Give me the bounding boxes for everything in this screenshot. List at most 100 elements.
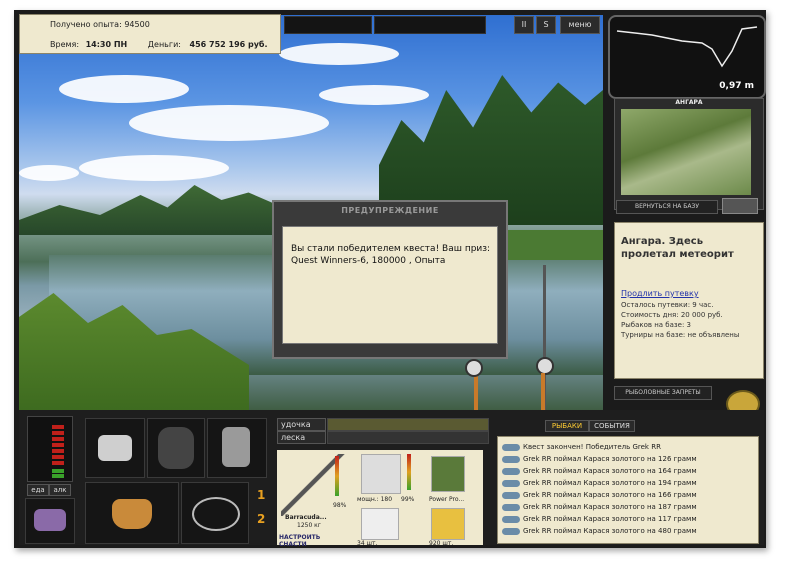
map-image xyxy=(621,109,751,195)
backpack-icon xyxy=(158,427,194,469)
fish-icon xyxy=(502,455,520,463)
reel-durability-bar xyxy=(407,454,411,490)
event-item: Квест закончен! Победитель Grek RR xyxy=(502,443,661,451)
dialog-body: Вы стали победителем квеста! Ваш приз: Q… xyxy=(282,226,498,344)
keepnet-icon xyxy=(34,509,66,531)
map-title: АНГАРА xyxy=(675,99,703,106)
event-text: Grek RR поймал Карася золотого на 194 гр… xyxy=(523,479,697,487)
top-toolbar: II S меню xyxy=(284,16,610,34)
location-heading: Ангара. Здесь пролетал метеорит xyxy=(621,236,734,260)
tension-bars: удочка леска xyxy=(277,418,489,444)
device-slot[interactable] xyxy=(207,418,267,478)
cloud xyxy=(319,85,429,105)
reel-slot[interactable] xyxy=(361,454,401,494)
cloud xyxy=(59,75,189,103)
fish-icon xyxy=(502,527,520,535)
rod-tension-bar xyxy=(327,418,489,431)
fishing-rod-2-handle xyxy=(541,373,545,413)
keepnet-slot[interactable] xyxy=(25,498,75,544)
event-item: Grek RR поймал Карася золотого на 126 гр… xyxy=(502,455,697,463)
cloud xyxy=(279,43,399,65)
gauge-bar xyxy=(52,449,64,453)
hook-slot[interactable] xyxy=(361,508,399,540)
event-text: Grek RR поймал Карася золотого на 480 гр… xyxy=(523,527,697,535)
time-value: 14:30 ПН xyxy=(85,40,128,49)
event-item: Grek RR поймал Карася золотого на 480 гр… xyxy=(502,527,697,535)
cloud xyxy=(19,165,79,181)
bait-count: 920 шт. xyxy=(429,540,454,547)
rod-slot-1-number[interactable]: 1 xyxy=(257,488,265,502)
event-text: Grek RR поймал Карася золотого на 117 гр… xyxy=(523,515,697,523)
cloud xyxy=(129,105,329,141)
landing-net-slot[interactable] xyxy=(181,482,249,544)
event-text: Grek RR поймал Карася золотого на 164 гр… xyxy=(523,467,697,475)
energy-gauge xyxy=(27,416,73,482)
tackle-panel: 98% Barracuda... 1250 кг НАСТРОИТЬ СНАСТ… xyxy=(277,450,483,548)
location-map[interactable]: АНГАРА xyxy=(614,98,764,210)
bait-slot[interactable] xyxy=(431,508,465,540)
event-item: Grek RR поймал Карася золотого на 194 гр… xyxy=(502,479,697,487)
rod-tension-label: удочка xyxy=(277,418,326,431)
rod-durability-bar xyxy=(335,456,339,496)
speed-button[interactable]: S xyxy=(536,16,556,34)
indicator-slot xyxy=(374,16,486,34)
gauge-bar xyxy=(52,469,64,473)
location-info: Ангара. Здесь пролетал метеорит Продлить… xyxy=(614,222,764,379)
events-log: Квест закончен! Победитель Grek RR Grek … xyxy=(497,436,759,544)
tacklebox-slot[interactable] xyxy=(85,418,145,478)
line-tension-bar xyxy=(327,431,489,444)
eat-button[interactable]: еда xyxy=(27,484,49,496)
event-item: Grek RR поймал Карася золотого на 164 гр… xyxy=(502,467,697,475)
rod-percent: 98% xyxy=(333,502,347,509)
drink-button[interactable]: алк xyxy=(49,484,71,496)
tacklebox-icon xyxy=(98,435,132,461)
setup-tackle-button[interactable]: НАСТРОИТЬ СНАСТИ xyxy=(279,534,339,548)
stats-panel: Получено опыта: 94500 Время: 14:30 ПН Де… xyxy=(19,14,281,54)
info-line: Рыбаков на базе: 3 xyxy=(621,321,691,329)
event-text: Grek RR поймал Карася золотого на 126 гр… xyxy=(523,455,697,463)
gauge-bar xyxy=(52,443,64,447)
basket-slot[interactable] xyxy=(85,482,179,544)
fishing-bans-button[interactable]: РЫБОЛОВНЫЕ ЗАПРЕТЫ xyxy=(614,386,712,400)
landing-net-icon xyxy=(192,497,240,531)
rod-slot-2-number[interactable]: 2 xyxy=(257,512,265,526)
info-line: Турниры на базе: не объявлены xyxy=(621,331,740,339)
line-slot[interactable] xyxy=(431,456,465,492)
fish-icon xyxy=(502,503,520,511)
return-to-base-button[interactable]: ВЕРНУТЬСЯ НА БАЗУ xyxy=(616,200,718,214)
fish-icon xyxy=(502,479,520,487)
money-label: Деньги: xyxy=(147,40,181,49)
dialog-title: ПРЕДУПРЕЖДЕНИЕ xyxy=(341,206,439,215)
menu-button[interactable]: меню xyxy=(560,16,600,34)
cloud xyxy=(79,155,229,181)
pause-button[interactable]: II xyxy=(514,16,534,34)
basket-icon xyxy=(112,499,152,529)
extend-permit-link[interactable]: Продлить путевку xyxy=(621,289,699,298)
game-window: Получено опыта: 94500 Время: 14:30 ПН Де… xyxy=(14,10,766,548)
depth-value: 0,97 m xyxy=(719,81,754,91)
dialog-message: Вы стали победителем квеста! Ваш приз: Q… xyxy=(291,244,491,266)
experience-line: Получено опыта: 94500 xyxy=(50,20,150,29)
line-name: Power Pro... xyxy=(429,496,465,503)
gauge-bar xyxy=(52,455,64,459)
forest-left xyxy=(19,185,289,235)
time-money-line: Время: 14:30 ПН Деньги: 456 752 196 руб. xyxy=(50,40,268,49)
line-tension-label: леска xyxy=(277,431,326,444)
reel-icon xyxy=(536,357,554,375)
gauge-bar xyxy=(52,431,64,435)
exp-label: Получено опыта: xyxy=(50,20,122,29)
info-line: Стоимость дня: 20 000 руб. xyxy=(621,311,723,319)
event-item: Grek RR поймал Карася золотого на 166 гр… xyxy=(502,491,697,499)
tab-fishermen[interactable]: РЫБАКИ xyxy=(545,420,589,432)
backpack-slot[interactable] xyxy=(147,418,205,478)
time-label: Время: xyxy=(50,40,80,49)
event-text: Квест закончен! Победитель Grek RR xyxy=(523,443,661,451)
fish-icon xyxy=(502,491,520,499)
hook-count: 34 шт. xyxy=(357,540,378,547)
gauge-bar xyxy=(52,437,64,441)
rod-weight: 1250 кг xyxy=(297,522,321,529)
truck-icon[interactable] xyxy=(722,198,758,214)
tab-events[interactable]: СОБЫТИЯ xyxy=(589,420,635,432)
info-line: Осталось путевки: 9 час. xyxy=(621,301,714,309)
reel-power: мощн.: 180 xyxy=(357,496,393,503)
